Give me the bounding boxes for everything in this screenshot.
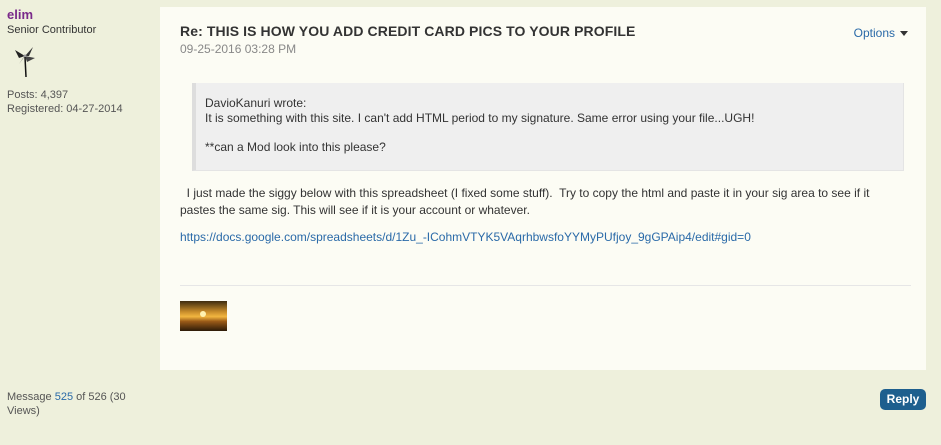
message-meta: Message 525 of 526 (30 Views) <box>7 390 137 418</box>
post-date: 09-25-2016 03:28 PM <box>180 42 297 56</box>
pinwheel-avatar-icon <box>15 47 35 78</box>
avatar[interactable] <box>13 44 39 78</box>
signature-divider <box>180 285 911 286</box>
author-panel: elim Senior Contributor Posts: 4,397 Reg… <box>7 7 152 116</box>
signature-image[interactable] <box>180 301 227 331</box>
author-username[interactable]: elim <box>7 7 152 23</box>
options-label: Options <box>853 26 895 40</box>
post-card: Re: THIS IS HOW YOU ADD CREDIT CARD PICS… <box>160 7 926 370</box>
post-body: I just made the siggy below with this sp… <box>180 186 873 217</box>
post-subject[interactable]: Re: THIS IS HOW YOU ADD CREDIT CARD PICS… <box>180 23 635 39</box>
author-stats: Posts: 4,397 Registered: 04-27-2014 <box>7 88 152 116</box>
meta-prefix: Message <box>7 391 55 403</box>
author-rank: Senior Contributor <box>7 24 97 36</box>
spreadsheet-link[interactable]: https://docs.google.com/spreadsheets/d/1… <box>180 230 751 244</box>
options-menu[interactable]: Options <box>854 26 908 40</box>
author-posts: Posts: 4,397 <box>7 89 69 101</box>
quote-block: DavioKanuri wrote: It is something with … <box>192 83 904 171</box>
sun-icon <box>200 311 206 317</box>
caret-down-icon <box>900 31 908 37</box>
quote-text-2: **can a Mod look into this please? <box>205 140 386 154</box>
quote-text: It is something with this site. I can't … <box>205 111 755 125</box>
message-number-link[interactable]: 525 <box>55 391 73 403</box>
author-registered: Registered: 04-27-2014 <box>7 103 123 115</box>
reply-button[interactable]: Reply <box>880 389 926 410</box>
quote-author: DavioKanuri wrote: <box>205 96 307 110</box>
